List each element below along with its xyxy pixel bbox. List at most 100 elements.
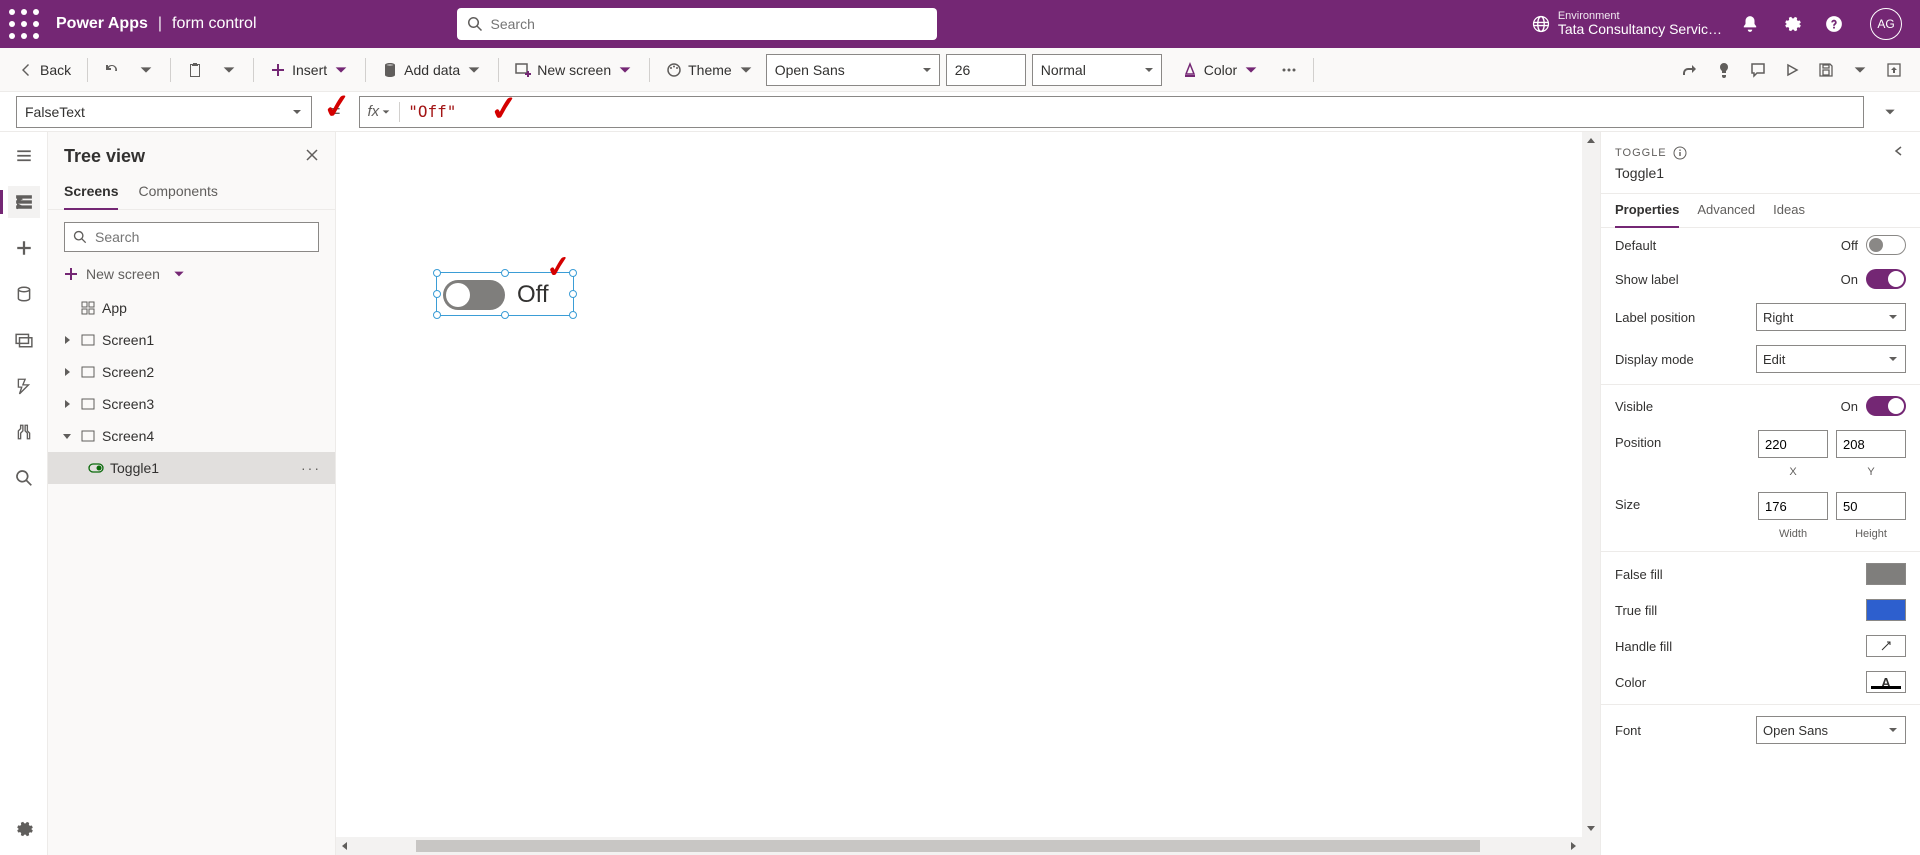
font-size-input[interactable]: 26 — [946, 54, 1026, 86]
prop-false-fill-swatch[interactable] — [1866, 563, 1906, 585]
prop-position-y-input[interactable] — [1836, 430, 1906, 458]
user-avatar[interactable]: AG — [1870, 8, 1902, 40]
tree-node-more-button[interactable]: ··· — [301, 460, 327, 476]
expand-panel-icon[interactable] — [1892, 144, 1906, 161]
global-search[interactable] — [457, 8, 937, 40]
prop-font-select[interactable]: Open Sans — [1756, 716, 1906, 744]
resize-handle[interactable] — [433, 290, 441, 298]
save-button[interactable] — [1812, 58, 1840, 82]
resize-handle[interactable] — [569, 290, 577, 298]
resize-handle[interactable] — [569, 311, 577, 319]
tab-advanced[interactable]: Advanced — [1697, 194, 1755, 227]
help-icon[interactable] — [1822, 12, 1846, 36]
horizontal-scrollbar[interactable] — [336, 837, 1600, 855]
font-weight-select[interactable]: Normal — [1032, 54, 1162, 86]
tab-properties[interactable]: Properties — [1615, 194, 1679, 227]
notifications-icon[interactable] — [1738, 12, 1762, 36]
tree-node-toggle1[interactable]: Toggle1 ··· — [48, 452, 335, 484]
prop-height-input[interactable] — [1836, 492, 1906, 520]
tree-node-app[interactable]: App — [48, 292, 335, 324]
property-dropdown[interactable]: FalseText ✓ — [16, 96, 312, 128]
comments-button[interactable] — [1744, 58, 1772, 82]
prop-show-label-toggle[interactable] — [1866, 269, 1906, 289]
info-icon[interactable] — [1673, 146, 1687, 160]
new-screen-button[interactable]: New screen — [509, 58, 639, 82]
rail-tree-view-icon[interactable] — [8, 186, 40, 218]
tree-new-screen-button[interactable]: New screen — [48, 260, 335, 288]
rail-hamburger-icon[interactable] — [8, 140, 40, 172]
prop-position-x-input[interactable] — [1758, 430, 1828, 458]
paste-button[interactable] — [181, 58, 209, 82]
tree-search[interactable] — [64, 222, 319, 252]
tree-node-screen3[interactable]: Screen3 — [48, 388, 335, 420]
overflow-button[interactable] — [1275, 58, 1303, 82]
prop-default-toggle[interactable] — [1866, 235, 1906, 255]
checker-button[interactable] — [1710, 58, 1738, 82]
back-button[interactable]: Back — [12, 58, 77, 82]
save-dropdown[interactable] — [1846, 58, 1874, 82]
scroll-thumb[interactable] — [416, 840, 1480, 852]
screen-icon — [80, 430, 96, 442]
rail-power-automate-icon[interactable] — [8, 370, 40, 402]
prop-width-input[interactable] — [1758, 492, 1828, 520]
resize-handle[interactable] — [433, 269, 441, 277]
toggle-control[interactable]: Off — [443, 280, 549, 310]
formula-value[interactable]: "Off" — [408, 102, 456, 121]
annotation-check-icon: ✓ — [488, 87, 520, 129]
undo-dropdown[interactable] — [132, 58, 160, 82]
scroll-left-icon[interactable] — [336, 837, 354, 855]
caret-down-icon[interactable] — [60, 431, 74, 441]
environment-picker[interactable]: Environment Tata Consultancy Servic… — [1532, 10, 1722, 37]
rail-settings-icon[interactable] — [8, 813, 40, 845]
resize-handle[interactable] — [501, 269, 509, 277]
prop-label-position-select[interactable]: Right — [1756, 303, 1906, 331]
control-name[interactable]: Toggle1 — [1615, 165, 1906, 181]
formula-input-wrap[interactable]: fx "Off" ✓ — [359, 96, 1864, 128]
resize-handle[interactable] — [501, 311, 509, 319]
caret-icon[interactable] — [60, 367, 74, 377]
add-data-button[interactable]: Add data — [376, 58, 488, 82]
font-family-select[interactable]: Open Sans — [766, 54, 940, 86]
insert-button[interactable]: Insert — [264, 58, 355, 82]
caret-icon[interactable] — [60, 399, 74, 409]
tree-search-input[interactable] — [95, 229, 310, 245]
tree-node-screen2[interactable]: Screen2 — [48, 356, 335, 388]
tab-ideas[interactable]: Ideas — [1773, 194, 1805, 227]
settings-icon[interactable] — [1780, 12, 1804, 36]
toggle-track[interactable] — [443, 280, 505, 310]
caret-icon[interactable] — [60, 335, 74, 345]
prop-handle-fill-swatch[interactable] — [1866, 635, 1906, 657]
app-launcher-icon[interactable] — [8, 8, 40, 40]
rail-data-icon[interactable] — [8, 278, 40, 310]
tab-components[interactable]: Components — [138, 175, 217, 209]
vertical-scrollbar[interactable] — [1582, 132, 1600, 837]
preview-button[interactable] — [1778, 58, 1806, 82]
rail-search-icon[interactable] — [8, 462, 40, 494]
share-button[interactable] — [1676, 58, 1704, 82]
prop-visible-toggle[interactable] — [1866, 396, 1906, 416]
scroll-right-icon[interactable] — [1564, 837, 1582, 855]
scroll-up-icon[interactable] — [1582, 132, 1600, 150]
expand-formula-button[interactable] — [1876, 105, 1904, 119]
prop-display-mode-select[interactable]: Edit — [1756, 345, 1906, 373]
design-canvas[interactable]: Off ✓ — [336, 132, 1600, 855]
screen-icon — [80, 334, 96, 346]
tab-screens[interactable]: Screens — [64, 175, 118, 209]
global-search-input[interactable] — [491, 16, 927, 32]
color-button[interactable]: Color — [1176, 58, 1265, 82]
undo-button[interactable] — [98, 58, 126, 82]
theme-button[interactable]: Theme — [660, 58, 760, 82]
scroll-down-icon[interactable] — [1582, 819, 1600, 837]
tree-node-screen4[interactable]: Screen4 — [48, 420, 335, 452]
rail-insert-icon[interactable] — [8, 232, 40, 264]
publish-button[interactable] — [1880, 58, 1908, 82]
fx-icon[interactable]: fx — [368, 103, 392, 120]
rail-media-icon[interactable] — [8, 324, 40, 356]
tree-node-screen1[interactable]: Screen1 — [48, 324, 335, 356]
resize-handle[interactable] — [433, 311, 441, 319]
close-tree-button[interactable] — [305, 148, 319, 165]
prop-true-fill-swatch[interactable] — [1866, 599, 1906, 621]
rail-tools-icon[interactable] — [8, 416, 40, 448]
paste-dropdown[interactable] — [215, 58, 243, 82]
prop-color-swatch[interactable]: A — [1866, 671, 1906, 693]
